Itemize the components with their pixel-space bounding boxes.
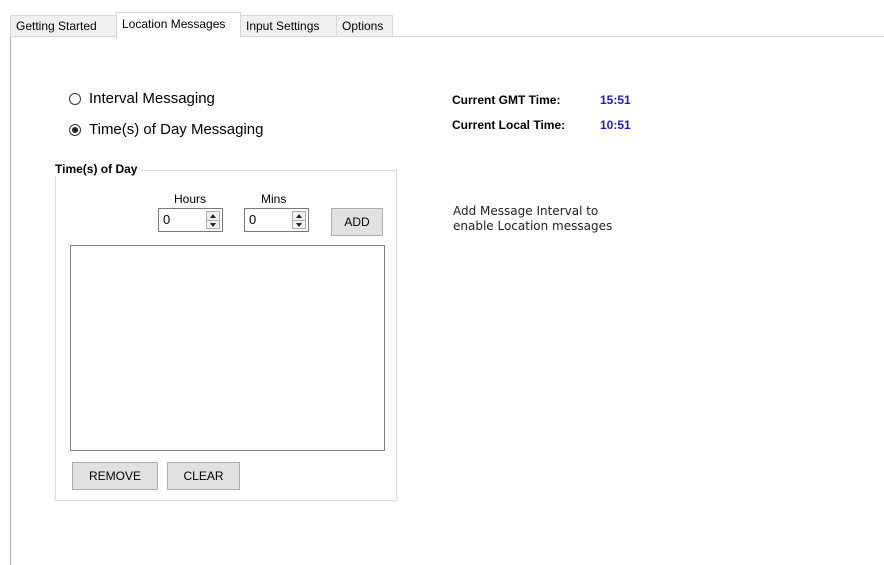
group-legend: Time(s) of Day — [55, 162, 142, 176]
info-message-line2: enable Location messages — [453, 219, 613, 233]
mins-spin-buttons[interactable] — [292, 211, 306, 229]
interval-messaging-label: Interval Messaging — [89, 90, 215, 107]
tab-getting-started[interactable]: Getting Started — [10, 15, 117, 36]
info-message: Add Message Interval to enable Location … — [453, 204, 612, 234]
local-time-row: Current Local Time: 10:51 — [452, 118, 631, 132]
radio-checked-icon — [69, 123, 81, 136]
tab-content-panel: Interval Messaging Time(s) of Day Messag… — [10, 37, 884, 565]
tab-location-messages[interactable]: Location Messages — [116, 12, 241, 38]
tab-input-settings[interactable]: Input Settings — [240, 15, 337, 36]
gmt-time-value: 15:51 — [600, 93, 631, 107]
clear-button[interactable]: CLEAR — [167, 462, 240, 490]
spin-down-icon[interactable] — [293, 221, 305, 229]
remove-button[interactable]: REMOVE — [72, 462, 158, 490]
spin-up-icon[interactable] — [293, 212, 305, 221]
gmt-time-row: Current GMT Time: 15:51 — [452, 93, 631, 107]
tab-options[interactable]: Options — [336, 15, 393, 36]
info-message-line1: Add Message Interval to — [453, 204, 599, 218]
add-button[interactable]: ADD — [331, 208, 383, 236]
time-of-day-messaging-label: Time(s) of Day Messaging — [89, 121, 264, 138]
mins-label: Mins — [261, 192, 287, 206]
time-of-day-group: Time(s) of Day Hours Mins 0 0 ADD REMOVE… — [55, 162, 397, 501]
gmt-time-label: Current GMT Time: — [452, 93, 561, 107]
tab-strip: Getting Started Location Messages Input … — [10, 12, 884, 38]
interval-messaging-radio[interactable]: Interval Messaging — [69, 90, 215, 107]
mins-value[interactable]: 0 — [249, 212, 256, 227]
mins-spinner[interactable]: 0 — [244, 208, 309, 232]
hours-value[interactable]: 0 — [163, 212, 170, 227]
time-of-day-messaging-radio[interactable]: Time(s) of Day Messaging — [69, 121, 264, 138]
local-time-label: Current Local Time: — [452, 118, 566, 132]
hours-spinner[interactable]: 0 — [158, 208, 223, 232]
radio-unchecked-icon — [69, 92, 81, 105]
local-time-value: 10:51 — [600, 118, 631, 132]
spin-up-icon[interactable] — [207, 212, 219, 221]
hours-spin-buttons[interactable] — [206, 211, 220, 229]
times-listbox[interactable] — [70, 245, 385, 451]
hours-label: Hours — [174, 192, 207, 206]
spin-down-icon[interactable] — [207, 221, 219, 229]
